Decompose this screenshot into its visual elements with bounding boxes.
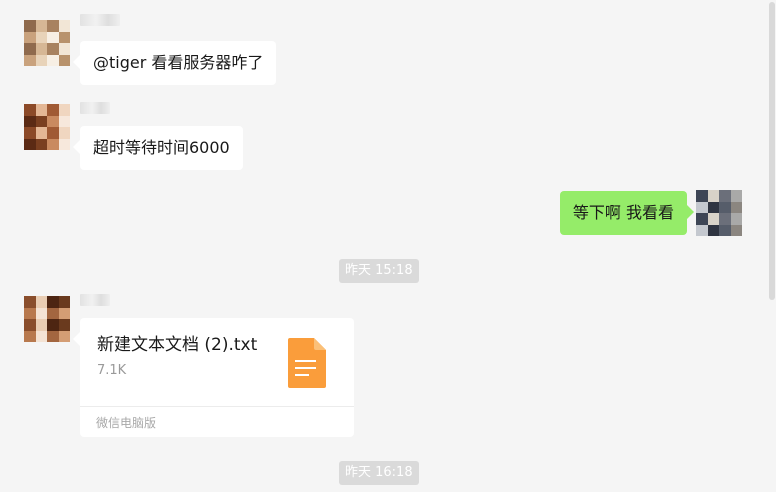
avatar-pixel: [707, 201, 719, 213]
avatar-self[interactable]: [696, 190, 742, 236]
avatar-pixel: [35, 20, 47, 32]
avatar[interactable]: [24, 104, 70, 150]
avatar-pixel: [47, 127, 59, 139]
avatar-pixel: [719, 190, 731, 202]
avatar-pixel: [35, 319, 47, 331]
avatar-pixel: [707, 213, 719, 225]
avatar-pixel: [719, 224, 731, 236]
avatar-pixel: [719, 213, 731, 225]
avatar-pixel: [707, 224, 719, 236]
avatar-pixel: [47, 115, 59, 127]
avatar[interactable]: [24, 296, 70, 342]
avatar-pixel: [24, 20, 36, 32]
timestamp: 昨天 16:18: [339, 461, 419, 485]
message-text: @tiger 看看服务器咋了: [93, 53, 264, 72]
avatar-pixel: [696, 213, 708, 225]
file-source-label: 微信电脑版: [96, 416, 157, 430]
avatar-pixel: [58, 20, 70, 32]
avatar-pixel: [24, 115, 36, 127]
message-text: 等下啊 我看看: [572, 203, 674, 222]
avatar-pixel: [730, 213, 742, 225]
message-bubble-self[interactable]: 等下啊 我看看: [559, 191, 695, 235]
avatar-pixel: [47, 20, 59, 32]
avatar-pixel: [47, 138, 59, 150]
avatar-pixel: [35, 54, 47, 66]
message-text: 超时等待时间6000: [93, 138, 230, 157]
file-name: 新建文本文档 (2).txt: [97, 335, 258, 355]
avatar-pixel: [58, 319, 70, 331]
avatar-pixel: [47, 296, 59, 308]
avatar-pixel: [35, 104, 47, 116]
avatar-pixel: [58, 104, 70, 116]
avatar-pixel: [730, 190, 742, 202]
avatar-pixel: [24, 138, 36, 150]
avatar-pixel: [47, 54, 59, 66]
timestamp: 昨天 15:18: [339, 259, 419, 283]
avatar-pixel: [24, 319, 36, 331]
file-size: 7.1K: [97, 363, 127, 378]
avatar-pixel: [35, 296, 47, 308]
message-bubble[interactable]: 超时等待时间6000: [73, 126, 243, 170]
avatar-pixel: [696, 190, 708, 202]
sender-name: [80, 14, 120, 26]
avatar-pixel: [24, 330, 36, 342]
avatar-pixel: [58, 138, 70, 150]
avatar-pixel: [58, 307, 70, 319]
avatar-pixel: [24, 307, 36, 319]
avatar-pixel: [58, 43, 70, 55]
file-message-card[interactable]: 新建文本文档 (2).txt 7.1K 微信电脑版: [73, 318, 354, 437]
avatar-pixel: [47, 43, 59, 55]
avatar-pixel: [35, 330, 47, 342]
avatar-pixel: [730, 224, 742, 236]
timestamp-text: 昨天 16:18: [345, 465, 413, 480]
timestamp-text: 昨天 15:18: [345, 263, 413, 278]
avatar-pixel: [24, 31, 36, 43]
message-bubble[interactable]: @tiger 看看服务器咋了: [72, 41, 277, 85]
avatar-pixel: [24, 43, 36, 55]
chat-message-area[interactable]: @tiger 看看服务器咋了 超时等待时间6000 等下啊 我看看 昨天 15:…: [0, 0, 776, 492]
avatar-pixel: [696, 224, 708, 236]
avatar-pixel: [58, 296, 70, 308]
avatar-pixel: [47, 307, 59, 319]
avatar-pixel: [47, 31, 59, 43]
avatar-pixel: [35, 307, 47, 319]
avatar-pixel: [47, 319, 59, 331]
avatar-pixel: [35, 43, 47, 55]
sender-name: [80, 102, 110, 114]
document-icon: [288, 338, 326, 388]
sender-name: [80, 294, 110, 306]
avatar-pixel: [730, 201, 742, 213]
avatar-pixel: [58, 127, 70, 139]
avatar-pixel: [24, 54, 36, 66]
avatar-pixel: [47, 104, 59, 116]
avatar-pixel: [35, 138, 47, 150]
avatar-pixel: [24, 296, 36, 308]
avatar-pixel: [58, 330, 70, 342]
avatar-pixel: [47, 330, 59, 342]
avatar-pixel: [24, 104, 36, 116]
avatar-pixel: [58, 115, 70, 127]
avatar-pixel: [696, 201, 708, 213]
avatar-pixel: [35, 31, 47, 43]
avatar-pixel: [719, 201, 731, 213]
file-card-divider: [80, 406, 354, 407]
avatar-pixel: [24, 127, 36, 139]
avatar-pixel: [35, 127, 47, 139]
avatar-pixel: [707, 190, 719, 202]
avatar-pixel: [35, 115, 47, 127]
avatar-pixel: [58, 54, 70, 66]
avatar-pixel: [58, 31, 70, 43]
scrollbar[interactable]: [769, 2, 775, 300]
avatar[interactable]: [24, 20, 70, 66]
